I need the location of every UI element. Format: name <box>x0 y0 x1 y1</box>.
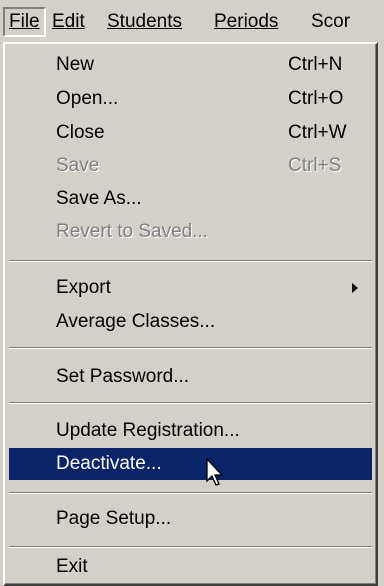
menu-separator <box>9 492 372 494</box>
menu-item-save-label: Save <box>56 155 100 176</box>
menu-file-label: File <box>9 11 40 32</box>
menu-item-deactivate-label: Deactivate... <box>56 453 162 474</box>
menu-item-page-setup-label: Page Setup... <box>56 508 172 529</box>
menu-bar: File Edit Students Periods Scor <box>0 0 384 44</box>
menu-separator <box>9 260 372 262</box>
menu-item-page-setup[interactable]: Page Setup... <box>9 504 372 534</box>
menu-item-export-label: Export <box>56 277 111 298</box>
menu-item-close-shortcut: Ctrl+W <box>288 122 347 143</box>
menu-item-save-as[interactable]: Save As... <box>9 184 372 214</box>
menu-item-export[interactable]: Export <box>9 273 372 303</box>
menu-periods[interactable]: Periods <box>210 7 282 37</box>
menu-item-exit-label: Exit <box>56 556 88 577</box>
menu-item-save-as-label: Save As... <box>56 188 142 209</box>
menu-item-new[interactable]: New Ctrl+N <box>9 50 372 80</box>
menu-periods-label: Periods <box>214 11 279 32</box>
menu-edit[interactable]: Edit <box>48 7 89 37</box>
mouse-pointer-icon <box>206 458 224 486</box>
menu-item-new-shortcut: Ctrl+N <box>288 54 343 75</box>
menu-item-open[interactable]: Open... Ctrl+O <box>9 84 372 114</box>
menu-item-save: Save Ctrl+S <box>9 151 372 181</box>
menu-item-update-registration-label: Update Registration... <box>56 420 240 441</box>
menu-separator <box>9 402 372 404</box>
menu-scores-label: Scor <box>311 11 351 32</box>
menu-separator <box>9 546 372 548</box>
menu-item-save-shortcut: Ctrl+S <box>288 155 342 176</box>
menu-edit-label: Edit <box>52 11 85 32</box>
menu-item-set-password-label: Set Password... <box>56 366 190 387</box>
menu-separator <box>9 347 372 349</box>
menu-item-revert: Revert to Saved... <box>9 217 372 247</box>
menu-item-close[interactable]: Close Ctrl+W <box>9 118 372 148</box>
menu-item-exit[interactable]: Exit <box>9 552 372 582</box>
menu-item-update-registration[interactable]: Update Registration... <box>9 416 372 446</box>
menu-item-deactivate[interactable]: Deactivate... <box>9 448 372 480</box>
menu-scores[interactable]: Scor <box>307 7 354 37</box>
menu-file[interactable]: File <box>3 7 46 37</box>
chevron-right-icon <box>352 283 358 293</box>
menu-item-revert-label: Revert to Saved... <box>56 221 209 242</box>
menu-item-set-password[interactable]: Set Password... <box>9 362 372 392</box>
menu-students-label: Students <box>107 11 182 32</box>
menu-item-open-shortcut: Ctrl+O <box>288 88 344 109</box>
menu-item-open-label: Open... <box>56 88 119 109</box>
menu-item-average-classes[interactable]: Average Classes... <box>9 307 372 337</box>
menu-item-new-label: New <box>56 54 95 75</box>
menu-students[interactable]: Students <box>103 7 186 37</box>
menu-item-average-classes-label: Average Classes... <box>56 311 216 332</box>
file-dropdown-menu: New Ctrl+N Open... Ctrl+O Close Ctrl+W S… <box>3 42 378 586</box>
menu-item-close-label: Close <box>56 122 105 143</box>
